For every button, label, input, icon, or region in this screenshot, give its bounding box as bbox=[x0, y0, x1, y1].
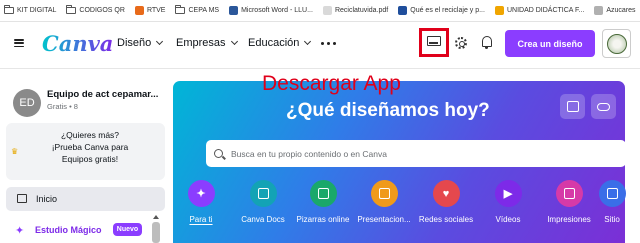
promo-line: ¡Prueba Canva para bbox=[51, 142, 129, 152]
upload-button[interactable] bbox=[591, 94, 616, 119]
upload-cloud-icon bbox=[597, 102, 610, 111]
promo-text: ¿Quieres más? ¡Prueba Canva para Equipos… bbox=[20, 129, 160, 165]
folder-icon bbox=[66, 5, 77, 14]
create-design-button[interactable]: Crea un diseño bbox=[505, 30, 595, 57]
category-redes-sociales[interactable]: ♥ Redes sociales bbox=[418, 180, 474, 224]
bookmark-label: Qué es el reciclaje y p... bbox=[410, 7, 485, 14]
nav-diseno[interactable]: Diseño bbox=[117, 37, 164, 49]
category-presentaciones[interactable]: Presentacion... bbox=[356, 180, 412, 224]
annotation-label: Descargar App bbox=[262, 72, 401, 95]
scrollbar-thumb[interactable] bbox=[152, 222, 160, 243]
sidebar-item-magic-studio[interactable]: Estudio Mágico bbox=[35, 225, 102, 235]
nav-label: Educación bbox=[248, 37, 300, 49]
nav-label: Diseño bbox=[117, 37, 152, 49]
chevron-down-icon bbox=[230, 37, 238, 46]
bookmark-label: RTVE bbox=[146, 7, 166, 14]
account-avatar[interactable] bbox=[602, 29, 631, 58]
bookmark-label: UNIDAD DIDÁCTICA F... bbox=[506, 7, 585, 14]
bookmark-label: KIT DIGITAL bbox=[17, 7, 57, 14]
category-canva-docs[interactable]: Canva Docs bbox=[235, 180, 291, 224]
bookmark-label: Azucares bbox=[606, 7, 636, 14]
desktop-app-icon[interactable] bbox=[427, 36, 441, 46]
header-divider bbox=[0, 68, 640, 69]
category-label: Sitio bbox=[604, 215, 620, 224]
bookmark-reciclatuvida[interactable]: Reciclatuvida.pdf bbox=[322, 6, 389, 15]
menu-icon[interactable] bbox=[14, 39, 24, 47]
category-para-ti[interactable]: ✦ Para ti bbox=[173, 180, 229, 224]
scroll-up-arrow[interactable] bbox=[153, 215, 159, 219]
bell-icon[interactable] bbox=[482, 36, 492, 49]
bookmark-unidad[interactable]: UNIDAD DIDÁCTICA F... bbox=[494, 6, 585, 15]
canva-logo[interactable]: Canva bbox=[42, 31, 113, 56]
new-badge: Nuevo bbox=[113, 223, 142, 236]
search-icon bbox=[214, 149, 223, 158]
category-label: Pizarras online bbox=[296, 215, 350, 224]
category-label: Vídeos bbox=[495, 215, 521, 224]
nav-empresas[interactable]: Empresas bbox=[176, 37, 238, 49]
gear-icon[interactable] bbox=[455, 37, 467, 49]
bookmark-label: Microsoft Word - LLU... bbox=[241, 7, 313, 14]
website-icon bbox=[598, 180, 626, 207]
document-icon bbox=[249, 180, 277, 207]
bookmark-label: Reciclatuvida.pdf bbox=[334, 7, 389, 14]
team-meta: Gratis • 8 bbox=[47, 102, 78, 111]
folder-icon bbox=[4, 5, 14, 14]
category-label: Presentacion... bbox=[357, 215, 411, 224]
team-name[interactable]: Equipo de act cepamar... bbox=[47, 89, 158, 100]
category-label: Para ti bbox=[189, 215, 213, 224]
bookmarks-bar: KIT DIGITAL CODIGOS QR RTVE CEPA MS Micr… bbox=[0, 0, 640, 22]
resize-icon bbox=[566, 101, 579, 112]
category-pizarras[interactable]: Pizarras online bbox=[295, 180, 351, 224]
folder-icon bbox=[175, 5, 186, 14]
bookmark-label: CODIGOS QR bbox=[79, 7, 125, 14]
home-icon bbox=[17, 194, 27, 203]
word-favicon bbox=[229, 6, 239, 15]
custom-size-button[interactable] bbox=[560, 94, 585, 119]
heart-icon: ♥ bbox=[432, 180, 460, 207]
search-bar[interactable]: Busca en tu propio contenido o en Canva bbox=[206, 140, 626, 167]
more-icon[interactable] bbox=[321, 42, 336, 45]
presentation-icon bbox=[370, 180, 398, 207]
chevron-down-icon bbox=[304, 37, 312, 46]
sidebar-item-label: Inicio bbox=[36, 194, 58, 204]
chevron-down-icon bbox=[156, 37, 164, 46]
print-icon bbox=[555, 180, 583, 207]
video-icon: ▶ bbox=[494, 180, 522, 207]
crown-icon: ♛ bbox=[11, 147, 19, 156]
category-impresiones[interactable]: Impresiones bbox=[541, 180, 597, 224]
site-favicon bbox=[398, 6, 408, 15]
sparkle-icon: ✦ bbox=[15, 225, 25, 237]
category-label: Canva Docs bbox=[241, 215, 285, 224]
bookmark-codigos-qr[interactable]: CODIGOS QR bbox=[66, 5, 125, 14]
bookmark-cepa-ms[interactable]: CEPA MS bbox=[175, 5, 220, 14]
bookmark-azucares[interactable]: Azucares bbox=[594, 6, 636, 15]
team-avatar[interactable]: ED bbox=[13, 89, 41, 117]
pdf-favicon bbox=[322, 6, 332, 15]
search-input[interactable]: Busca en tu propio contenido o en Canva bbox=[231, 149, 387, 159]
bookmark-rtve[interactable]: RTVE bbox=[134, 6, 166, 15]
site-favicon bbox=[494, 6, 504, 15]
category-sitios[interactable]: Sitio bbox=[592, 180, 632, 224]
bookmark-reciclaje[interactable]: Qué es el reciclaje y p... bbox=[398, 6, 485, 15]
promo-line: ¿Quieres más? bbox=[60, 130, 120, 140]
bookmark-label: CEPA MS bbox=[188, 7, 220, 14]
category-label: Impresiones bbox=[547, 215, 591, 224]
nav-label: Empresas bbox=[176, 37, 226, 49]
bookmark-kit-digital[interactable]: KIT DIGITAL bbox=[4, 5, 57, 14]
bookmark-word[interactable]: Microsoft Word - LLU... bbox=[229, 6, 313, 15]
category-label: Redes sociales bbox=[418, 215, 474, 224]
promo-line: Equipos gratis! bbox=[61, 154, 119, 164]
sparkle-icon: ✦ bbox=[187, 180, 215, 207]
hero-title: ¿Qué diseñamos hoy? bbox=[286, 100, 490, 121]
sidebar-item-home[interactable] bbox=[6, 187, 165, 211]
site-favicon bbox=[594, 6, 604, 15]
rtve-favicon bbox=[134, 6, 144, 15]
nav-educacion[interactable]: Educación bbox=[248, 37, 312, 49]
whiteboard-icon bbox=[309, 180, 337, 207]
seal-icon bbox=[606, 33, 627, 54]
category-videos[interactable]: ▶ Vídeos bbox=[480, 180, 536, 224]
